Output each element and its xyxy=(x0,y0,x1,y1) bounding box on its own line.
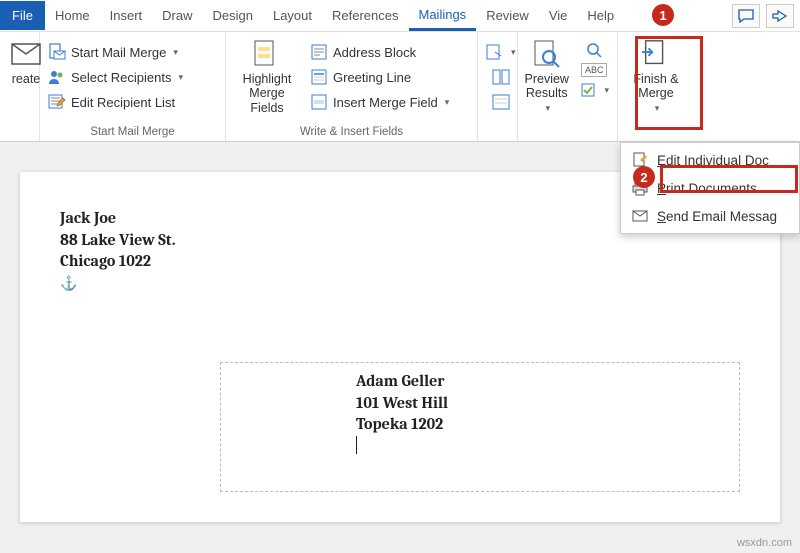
tab-references[interactable]: References xyxy=(322,2,408,29)
ribbon-tabs: File Home Insert Draw Design Layout Refe… xyxy=(0,0,800,32)
comments-button[interactable] xyxy=(732,4,760,28)
finish-merge-button[interactable]: Finish & Merge ▾ xyxy=(622,34,690,115)
chevron-down-icon: ▾ xyxy=(173,47,178,58)
greeting-label: Greeting Line xyxy=(333,70,411,85)
tab-design[interactable]: Design xyxy=(203,2,263,29)
address-block-icon xyxy=(310,43,328,61)
edit-docs-label: EEdit Individual Docdit Individual Doc xyxy=(657,153,769,168)
share-icon xyxy=(772,9,788,23)
chevron-down-icon: ▾ xyxy=(545,103,550,113)
match-icon xyxy=(492,68,510,86)
group-label-start: Start Mail Merge xyxy=(44,124,221,141)
ribbon: reate Start Mail Merge ▾ Select Recipien… xyxy=(0,32,800,142)
highlight-label: Highlight Merge Fields xyxy=(236,72,298,115)
select-recip-label: Select Recipients xyxy=(71,70,171,85)
rules-icon xyxy=(486,43,504,61)
share-button[interactable] xyxy=(766,4,794,28)
update-labels-button[interactable] xyxy=(488,90,514,114)
tab-draw[interactable]: Draw xyxy=(152,2,202,29)
start-mm-label: Start Mail Merge xyxy=(71,45,166,60)
finish-merge-icon xyxy=(640,38,672,70)
preview-results-button[interactable]: Preview Results ▾ xyxy=(522,34,571,115)
address-block-button[interactable]: Address Block xyxy=(306,40,453,64)
print-docs-label: Print Documents. xyxy=(657,181,761,196)
comment-icon xyxy=(738,9,754,23)
greeting-line-button[interactable]: Greeting Line xyxy=(306,65,453,89)
create-label: reate xyxy=(12,72,41,86)
preview-label: Preview Results xyxy=(525,72,569,101)
chevron-down-icon: ▾ xyxy=(511,47,516,58)
greeting-icon xyxy=(310,68,328,86)
highlight-merge-fields-button[interactable]: Highlight Merge Fields xyxy=(230,34,304,117)
recip-city: Topeka 1202 xyxy=(356,414,604,436)
return-city: Chicago 1022 xyxy=(60,251,740,273)
anchor-icon: ⚓ xyxy=(60,275,740,292)
rules-button[interactable]: ▾ xyxy=(482,40,520,64)
edit-recipient-list-button[interactable]: Edit Recipient List xyxy=(44,90,187,114)
merge-field-icon xyxy=(310,93,328,111)
recip-street: 101 West Hill xyxy=(356,393,604,415)
recip-name: Adam Geller xyxy=(356,371,604,393)
select-recipients-button[interactable]: Select Recipients ▾ xyxy=(44,65,187,89)
watermark: wsxdn.com xyxy=(737,537,792,549)
edit-list-icon xyxy=(48,93,66,111)
callout-2: 2 xyxy=(633,166,655,188)
highlight-icon xyxy=(251,38,283,70)
address-block-label: Address Block xyxy=(333,45,416,60)
chevron-down-icon: ▾ xyxy=(178,72,183,83)
match-fields-button[interactable] xyxy=(488,65,514,89)
send-email-item[interactable]: Send Email Messag xyxy=(621,202,799,230)
tab-view[interactable]: Vie xyxy=(539,2,570,29)
tab-insert[interactable]: Insert xyxy=(100,2,153,29)
tab-home[interactable]: Home xyxy=(45,2,100,29)
email-icon xyxy=(631,207,649,225)
insert-merge-label: Insert Merge Field xyxy=(333,95,438,110)
finish-merge-dropdown: EEdit Individual Docdit Individual Doc P… xyxy=(620,142,800,234)
edit-recip-label: Edit Recipient List xyxy=(71,95,175,110)
envelope-icon xyxy=(10,38,42,70)
people-icon xyxy=(48,68,66,86)
abc-check-button[interactable]: ABC xyxy=(581,63,608,77)
callout-1: 1 xyxy=(652,4,674,26)
group-label-create xyxy=(4,124,35,141)
chevron-down-icon: ▾ xyxy=(655,103,660,113)
document-mail-icon xyxy=(48,43,66,61)
find-recipient-button[interactable] xyxy=(581,38,607,62)
tab-help[interactable]: Help xyxy=(569,2,624,29)
start-mail-merge-button[interactable]: Start Mail Merge ▾ xyxy=(44,40,187,64)
update-icon xyxy=(492,93,510,111)
send-email-label: Send Email Messag xyxy=(657,209,777,224)
check-errors-button[interactable]: ▾ xyxy=(575,78,613,102)
insert-merge-field-button[interactable]: Insert Merge Field ▾ xyxy=(306,90,453,114)
text-cursor xyxy=(356,436,357,454)
tab-file[interactable]: File xyxy=(0,1,45,30)
tab-review[interactable]: Review xyxy=(476,2,539,29)
check-icon xyxy=(579,81,597,99)
tab-mailings[interactable]: Mailings xyxy=(409,1,477,31)
preview-icon xyxy=(531,38,563,70)
recipient-address-box[interactable]: Adam Geller 101 West Hill Topeka 1202 xyxy=(220,362,740,492)
tab-layout[interactable]: Layout xyxy=(263,2,322,29)
chevron-down-icon: ▾ xyxy=(604,85,609,96)
search-icon xyxy=(585,41,603,59)
chevron-down-icon: ▾ xyxy=(445,97,450,108)
finish-label: Finish & Merge xyxy=(633,72,678,101)
group-label-write: Write & Insert Fields xyxy=(230,124,473,141)
